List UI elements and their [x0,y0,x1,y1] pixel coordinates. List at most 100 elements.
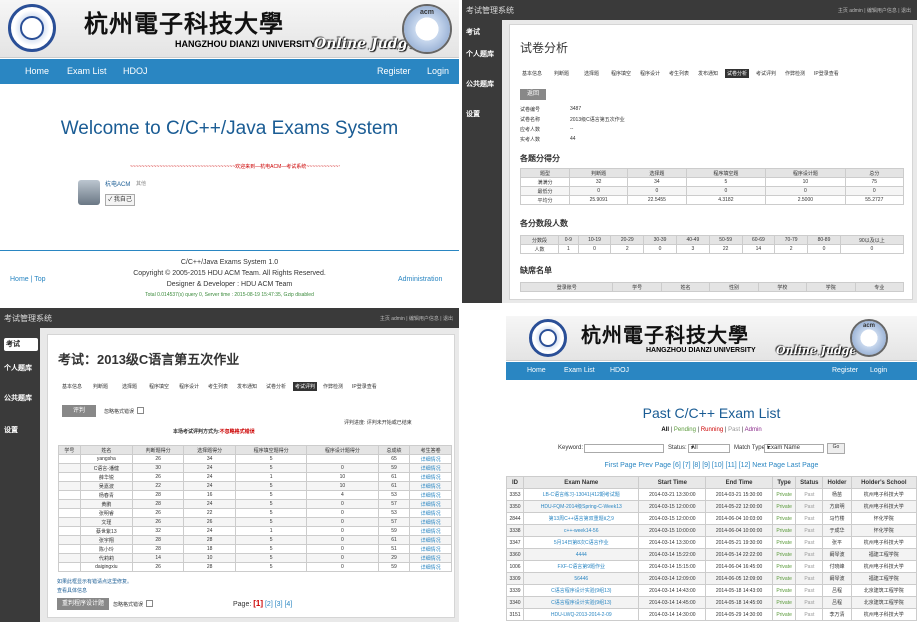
exam-name-link[interactable]: LB-C语言练习-13041(412期考试题 [523,488,640,501]
judge-progress: 评判进度: 评判未开始或已结束 [344,420,412,426]
tab-true-false[interactable]: 判断题 [93,383,108,390]
details-link[interactable]: 详细情况 [409,472,452,482]
footer-home-top-link[interactable]: Home | Top [10,276,46,283]
table-cell: 59 [377,463,411,473]
nav-register-link[interactable]: Register [832,367,858,374]
go-button[interactable]: Go [827,443,845,454]
column-header: 20-29 [610,235,645,245]
tab-notices[interactable]: 发布通知 [237,383,257,390]
pagination-links[interactable]: First Page Prev Page [6] [7] [8] [9] [10… [506,462,917,469]
nav-login-link[interactable]: Login [427,66,449,76]
filter-pending[interactable]: Pending [674,427,696,433]
top-user-links[interactable]: 主页 admin | 编辑用户信息 | 退出 [838,7,911,14]
exam-name-link[interactable]: FXF-C语言第9题作业 [523,560,640,573]
tab-judging[interactable]: 考试评判 [756,70,776,77]
tab-candidates[interactable]: 考生列表 [669,70,689,77]
filter-admin[interactable]: Admin [745,427,762,433]
details-link[interactable]: 详细情况 [409,553,452,563]
filter-running[interactable]: Running [701,427,723,433]
table-cell [58,472,81,482]
column-header: 判断题 [568,168,629,178]
nav-hdoj-link[interactable]: HDOJ [123,66,148,76]
fix-note-link[interactable]: 如果此框显示有错请点这里修复。 [57,578,132,585]
details-link[interactable]: 详细情况 [409,508,452,518]
tab-choice[interactable]: 选择题 [122,383,137,390]
table-cell: Private [771,548,797,561]
nav-home-link[interactable]: Home [527,367,546,374]
sidebar-item-public-bank[interactable]: 公共题库 [4,394,38,403]
myself-button[interactable]: ✓ 我自己 [105,194,135,206]
sidebar-item-public-bank[interactable]: 公共题库 [466,80,500,89]
nav-home-link[interactable]: Home [25,66,49,76]
table-cell: 2014-06-04 16:45:00 [705,560,773,573]
exam-name-link[interactable]: C语言程序设计实验(9组13) [523,596,640,609]
nav-register-link[interactable]: Register [377,66,411,76]
table-cell: 0 [568,186,629,196]
details-link[interactable]: 详细情况 [409,463,452,473]
judge-button[interactable]: 评判 [62,405,96,417]
tab-ip-login[interactable]: IP登录查看 [352,383,377,390]
nav-exam-list-link[interactable]: Exam List [564,367,595,374]
nav-login-link[interactable]: Login [870,367,887,374]
filter-all[interactable]: All [661,427,669,433]
status-select[interactable]: All ▾ [688,444,730,453]
exam-name-link[interactable]: 第13周C++语言第双重题Ⅱ之9 [523,512,640,525]
exam-name-link[interactable]: 5月14日第8次C语言作业 [523,536,640,549]
tab-judging[interactable]: 考试评判 [293,382,318,391]
tab-choice[interactable]: 选择题 [584,70,599,77]
tab-candidates[interactable]: 考生列表 [208,383,228,390]
details-link[interactable]: 详细情况 [409,526,452,536]
details-link[interactable]: 详细情况 [409,499,452,509]
user-name-link[interactable]: 杭电ACM [105,179,130,188]
tab-cheat-detect[interactable]: 作弊检测 [785,70,805,77]
filter-past[interactable]: Past [728,427,740,433]
tab-program-design[interactable]: 程序设计 [179,383,199,390]
details-link[interactable]: 详细情况 [409,544,452,554]
tab-true-false[interactable]: 判断题 [554,70,569,77]
exam-name-link[interactable]: 4444 [523,548,640,561]
details-link[interactable]: 详细情况 [409,481,452,491]
tab-ip-login[interactable]: IP登录查看 [814,70,839,77]
rejudge-ignore-checkbox[interactable] [146,600,153,607]
details-link[interactable]: 详细情况 [409,490,452,500]
tab-fill-program[interactable]: 程序填空 [611,70,631,77]
match-type-select[interactable]: Exam Name ▾ [764,444,824,453]
sidebar-item-personal-bank[interactable]: 个人题库 [4,364,38,373]
tab-fill-program[interactable]: 程序填空 [149,383,169,390]
table-cell [306,454,379,464]
nav-exam-list-link[interactable]: Exam List [67,66,107,76]
details-link[interactable]: 查看具体信息 [57,587,87,594]
back-button[interactable]: 返回 [520,89,546,100]
sidebar-item-settings[interactable]: 设置 [4,426,38,435]
page-link-current[interactable]: [1] [253,599,263,608]
tab-basic-info[interactable]: 基本信息 [62,383,82,390]
sidebar-item-settings[interactable]: 设置 [466,110,500,119]
exam-name-link[interactable]: HDU-FQM-2014级Spring-C-Week13 [523,500,640,513]
rejudge-button[interactable]: 重判程序设计题 [57,598,109,610]
top-user-links[interactable]: 主页 admin | 编辑用户信息 | 退出 [380,315,453,322]
exam-name-link[interactable]: HDU-LWQ-2013-2014-2-09 [523,608,640,621]
details-link[interactable]: 详细情况 [409,535,452,545]
details-link[interactable]: 详细情况 [409,454,452,464]
details-link[interactable]: 详细情况 [409,517,452,527]
ignore-format-checkbox[interactable] [137,407,144,414]
nav-hdoj-link[interactable]: HDOJ [610,367,629,374]
sidebar-item-personal-bank[interactable]: 个人题库 [466,50,500,59]
tab-notices[interactable]: 发布通知 [698,70,718,77]
tab-paper-analysis[interactable]: 试卷分析 [725,69,750,78]
keyword-input[interactable] [584,444,664,453]
page-link[interactable]: [3] [275,601,283,608]
page-link[interactable]: [4] [284,601,292,608]
tab-program-design[interactable]: 程序设计 [640,70,660,77]
tab-basic-info[interactable]: 基本信息 [522,70,542,77]
details-link[interactable]: 详细情况 [409,562,452,572]
tab-paper-analysis[interactable]: 试卷分析 [266,383,286,390]
exam-name-link[interactable]: 56446 [523,572,640,585]
tab-cheat-detect[interactable]: 作弊检测 [323,383,343,390]
exam-name-link[interactable]: C语言程序设计实验(9组13) [523,584,640,597]
page-link[interactable]: [2] [265,601,273,608]
exam-name-link[interactable]: c++-week14-56 [523,524,640,537]
sidebar-item-exam[interactable]: 考试 [4,338,38,351]
sidebar-item-exam[interactable]: 考试 [466,28,500,37]
footer-administration-link[interactable]: Administration [398,276,442,283]
